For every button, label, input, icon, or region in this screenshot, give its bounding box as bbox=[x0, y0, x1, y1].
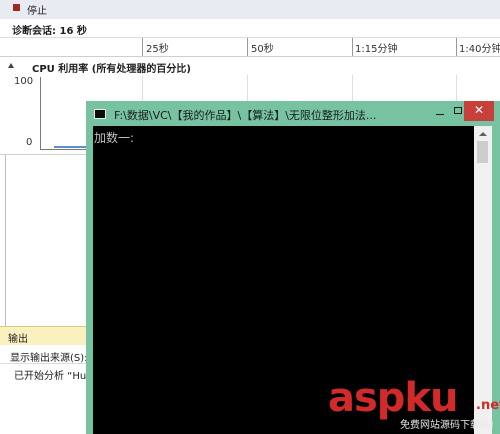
console-app-icon[interactable] bbox=[94, 109, 106, 119]
console-window-title: F:\数据\VC\【我的作品】\【算法】\无限位整形加法... bbox=[114, 109, 377, 122]
timeline-tick bbox=[456, 38, 457, 56]
watermark-logo: aspku .net 免费网站源码下载站! bbox=[328, 375, 500, 434]
cpu-usage-line bbox=[54, 146, 86, 148]
scrollbar-thumb[interactable] bbox=[477, 141, 488, 163]
output-source-label: 显示输出来源(S): bbox=[10, 353, 88, 364]
timeline-tick-label: 1:15分钟 bbox=[355, 44, 398, 55]
close-button[interactable]: ✕ bbox=[464, 101, 494, 121]
close-icon: ✕ bbox=[473, 103, 485, 117]
output-panel-title: 输出 bbox=[8, 334, 28, 345]
stop-toolbar: 停止 bbox=[0, 0, 500, 20]
collapse-triangle-icon[interactable] bbox=[8, 63, 14, 68]
session-duration: 诊断会话: 16 秒 bbox=[12, 26, 87, 37]
y-axis-max-label: 100 bbox=[14, 76, 34, 87]
timeline-tick bbox=[352, 38, 353, 56]
timeline-tick bbox=[142, 38, 143, 56]
console-prompt-line: 加数一: bbox=[94, 131, 135, 145]
watermark-suffix: .net bbox=[476, 398, 500, 413]
minimize-icon bbox=[436, 114, 444, 115]
y-axis-min-label: 0 bbox=[26, 137, 33, 148]
timeline-tick-label: 1:40分钟 bbox=[459, 44, 500, 55]
y-axis bbox=[40, 77, 41, 150]
x-axis bbox=[40, 149, 86, 150]
stop-icon[interactable] bbox=[13, 4, 20, 11]
console-titlebar[interactable]: F:\数据\VC\【我的作品】\【算法】\无限位整形加法... ✕ bbox=[86, 101, 500, 125]
pane-divider bbox=[5, 155, 6, 327]
timeline-ruler[interactable]: 25秒 50秒 1:15分钟 1:40分钟 bbox=[0, 37, 500, 57]
cpu-section-header[interactable]: CPU 利用率 (所有处理器的百分比) bbox=[0, 57, 500, 75]
cpu-section-title: CPU 利用率 (所有处理器的百分比) bbox=[32, 64, 191, 75]
scroll-up-icon[interactable] bbox=[479, 132, 487, 136]
timeline-tick-label: 25秒 bbox=[146, 44, 169, 55]
stop-button[interactable]: 停止 bbox=[27, 2, 47, 17]
maximize-icon bbox=[454, 107, 462, 114]
output-text-line: 已开始分析 “Hu bbox=[14, 371, 87, 382]
session-bar: 诊断会话: 16 秒 bbox=[0, 19, 500, 37]
timeline-tick bbox=[247, 38, 248, 56]
output-toolbar-divider bbox=[0, 363, 90, 364]
timeline-tick-label: 50秒 bbox=[251, 44, 274, 55]
watermark-subtitle: 免费网站源码下载站! bbox=[400, 420, 495, 431]
watermark-brand: aspku bbox=[328, 375, 459, 421]
